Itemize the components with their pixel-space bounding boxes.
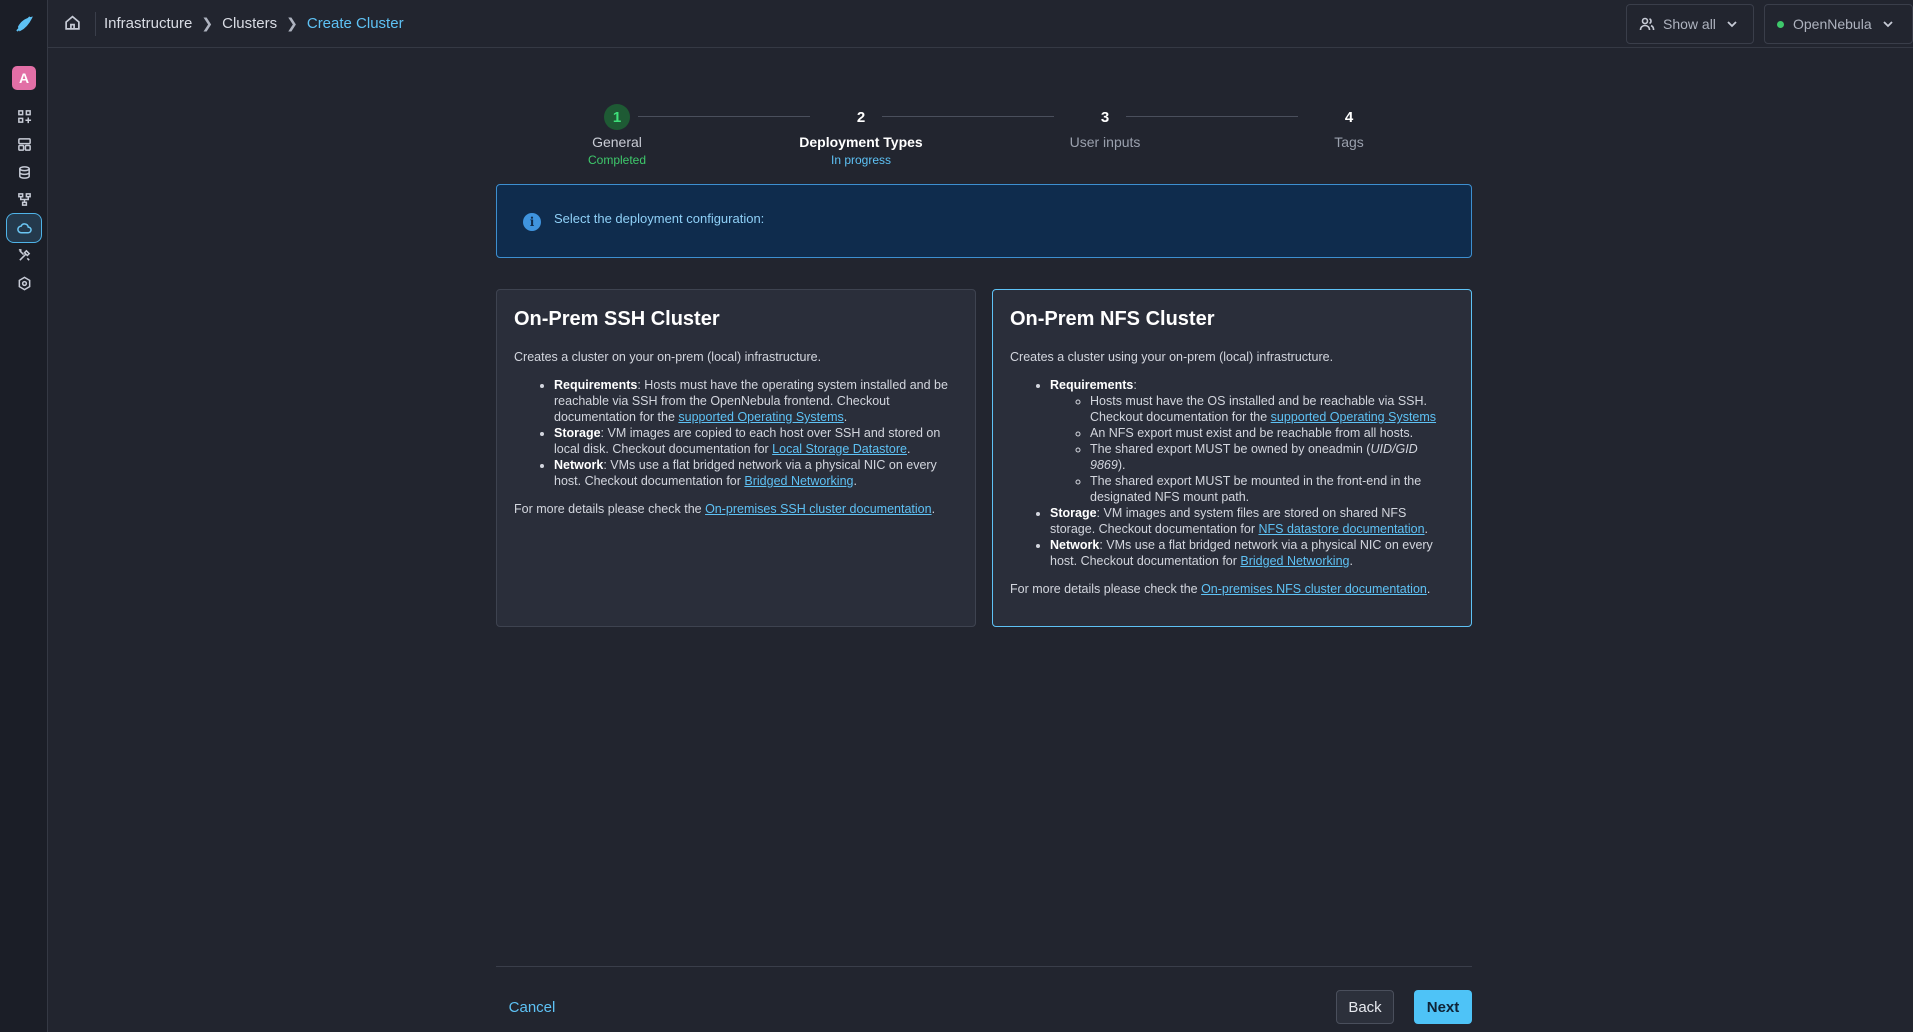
list-item: Storage: VM images and system files are … [1050,505,1454,537]
step-number: 2 [856,108,866,126]
local-storage-link[interactable]: Local Storage Datastore [772,442,907,456]
topbar: Infrastructure ❯ Clusters ❯ Create Clust… [48,0,1913,48]
requirements-sublist: Hosts must have the OS installed and be … [1050,393,1454,505]
step-general: 1 General Completed [532,104,702,167]
info-text: Select the deployment configuration: [554,211,765,226]
ssh-cluster-docs-link[interactable]: On-premises SSH cluster documentation [705,502,931,516]
breadcrumb: Infrastructure ❯ Clusters ❯ Create Clust… [104,15,404,32]
card-description: Creates a cluster using your on-prem (lo… [1010,350,1334,364]
breadcrumb-infrastructure[interactable]: Infrastructure [104,15,192,32]
avatar[interactable]: A [12,66,36,90]
deployment-card-ssh[interactable]: On-Prem SSH Cluster Creates a cluster on… [496,289,976,627]
opennebula-logo-icon[interactable] [13,13,35,35]
step-status: Completed [587,153,647,167]
chevron-down-icon [1882,21,1893,28]
users-icon [1639,17,1655,31]
info-icon: i [523,213,541,231]
chevron-down-icon [1727,21,1737,28]
supported-os-link[interactable]: supported Operating Systems [678,410,843,424]
zone-label: OpenNebula [1793,16,1872,32]
breadcrumb-create-cluster: Create Cluster [306,15,404,32]
step-user-inputs: 3 User inputs [1020,104,1190,151]
list-item: Requirements: Hosts must have the OS ins… [1050,377,1454,505]
bridged-networking-link[interactable]: Bridged Networking [744,474,853,488]
list-item: Storage: VM images are copied to each ho… [554,425,958,457]
step-label: General [592,134,642,150]
list-item: Hosts must have the OS installed and be … [1090,393,1454,425]
list-item: Requirements: Hosts must have the operat… [554,377,958,425]
step-status: In progress [830,153,892,167]
stepper: 1 General Completed 2 Deployment Types I… [496,104,1472,174]
card-footer-text: For more details please check the On-pre… [514,502,936,516]
list-item: The shared export MUST be mounted in the… [1090,473,1454,505]
nfs-datastore-link[interactable]: NFS datastore documentation [1258,522,1424,536]
list-item: An NFS export must exist and be reachabl… [1090,425,1454,441]
tools-icon[interactable] [12,243,36,267]
card-footer-text: For more details please check the On-pre… [1010,582,1431,596]
list-item: The shared export MUST be owned by onead… [1090,441,1454,473]
step-tags: 4 Tags [1264,104,1434,151]
step-label: User inputs [1069,134,1141,150]
breadcrumb-clusters[interactable]: Clusters [222,15,277,32]
step-deployment-types: 2 Deployment Types In progress [776,104,946,168]
deployment-card-nfs[interactable]: On-Prem NFS Cluster Creates a cluster us… [992,289,1472,627]
step-number: 4 [1344,108,1354,126]
next-button[interactable]: Next [1414,990,1472,1024]
info-alert: i Select the deployment configuration: [496,184,1472,258]
dashboard-icon[interactable] [12,104,36,128]
step-number: 1 [604,104,630,130]
templates-icon[interactable] [12,132,36,156]
card-details-list: Requirements: Hosts must have the OS ins… [1010,377,1454,569]
show-all-label: Show all [1663,16,1716,32]
card-title: On-Prem NFS Cluster [1010,308,1215,330]
cloud-icon[interactable] [6,213,42,243]
storage-icon[interactable] [12,160,36,184]
card-details-list: Requirements: Hosts must have the operat… [514,377,958,489]
chevron-right-icon: ❯ [201,15,214,31]
network-icon[interactable] [12,187,36,211]
show-all-button[interactable]: Show all [1626,4,1754,44]
supported-os-link[interactable]: supported Operating Systems [1271,410,1436,424]
card-title: On-Prem SSH Cluster [514,308,720,330]
topbar-divider [95,12,96,36]
footer-divider [496,966,1472,967]
step-label: Deployment Types [799,134,923,150]
zone-selector-button[interactable]: OpenNebula [1764,4,1913,44]
step-number: 3 [1100,108,1110,126]
chevron-right-icon: ❯ [286,15,298,31]
back-button[interactable]: Back [1336,990,1394,1024]
zone-status-dot [1777,20,1784,28]
bridged-networking-link[interactable]: Bridged Networking [1240,554,1349,568]
step-label: Tags [1334,134,1364,150]
list-item: Network: VMs use a flat bridged network … [1050,537,1454,569]
list-item: Network: VMs use a flat bridged network … [554,457,958,489]
sidebar: A [0,0,48,1032]
cancel-button[interactable]: Cancel [496,990,568,1024]
card-description: Creates a cluster on your on-prem (local… [514,350,822,364]
settings-icon[interactable] [12,271,36,295]
nfs-cluster-docs-link[interactable]: On-premises NFS cluster documentation [1201,582,1427,596]
home-icon[interactable] [64,14,84,34]
